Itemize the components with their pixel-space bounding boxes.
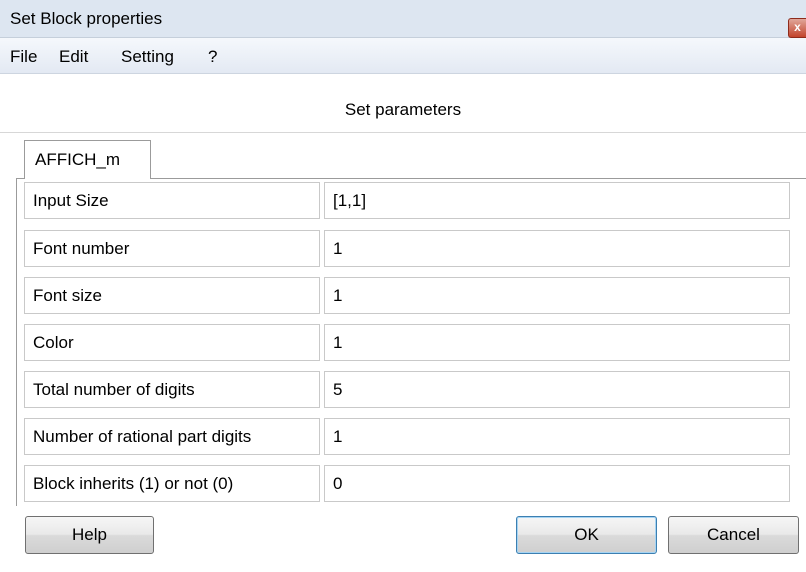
menu-edit[interactable]: Edit bbox=[59, 47, 88, 67]
rational-digits-field[interactable] bbox=[324, 418, 790, 455]
menu-help[interactable]: ? bbox=[208, 47, 217, 67]
tab-label: AFFICH_m bbox=[35, 150, 120, 169]
close-button[interactable]: x bbox=[788, 18, 806, 38]
input-size-field[interactable] bbox=[324, 182, 790, 219]
divider bbox=[0, 132, 806, 133]
color-field[interactable] bbox=[324, 324, 790, 361]
font-size-field[interactable] bbox=[324, 277, 790, 314]
close-icon: x bbox=[794, 20, 801, 34]
menubar: File Edit Setting ? bbox=[0, 38, 806, 74]
button-bar: Help OK Cancel bbox=[0, 506, 806, 572]
param-label-block-inherits: Block inherits (1) or not (0) bbox=[24, 465, 320, 502]
menu-setting[interactable]: Setting bbox=[121, 47, 174, 67]
param-label-input-size: Input Size bbox=[24, 182, 320, 219]
cancel-button[interactable]: Cancel bbox=[668, 516, 799, 554]
window-titlebar: Set Block properties x bbox=[0, 0, 806, 38]
param-label-font-number: Font number bbox=[24, 230, 320, 267]
window-title: Set Block properties bbox=[10, 9, 163, 28]
param-label-color: Color bbox=[24, 324, 320, 361]
menu-file[interactable]: File bbox=[10, 47, 37, 67]
font-number-field[interactable] bbox=[324, 230, 790, 267]
param-label-rational-digits: Number of rational part digits bbox=[24, 418, 320, 455]
ok-button[interactable]: OK bbox=[516, 516, 657, 554]
tab-affich-m[interactable]: AFFICH_m bbox=[24, 140, 151, 179]
help-button[interactable]: Help bbox=[25, 516, 154, 554]
total-digits-field[interactable] bbox=[324, 371, 790, 408]
param-label-font-size: Font size bbox=[24, 277, 320, 314]
param-label-total-digits: Total number of digits bbox=[24, 371, 320, 408]
parameters-header: Set parameters bbox=[344, 100, 462, 119]
block-inherits-field[interactable] bbox=[324, 465, 790, 502]
